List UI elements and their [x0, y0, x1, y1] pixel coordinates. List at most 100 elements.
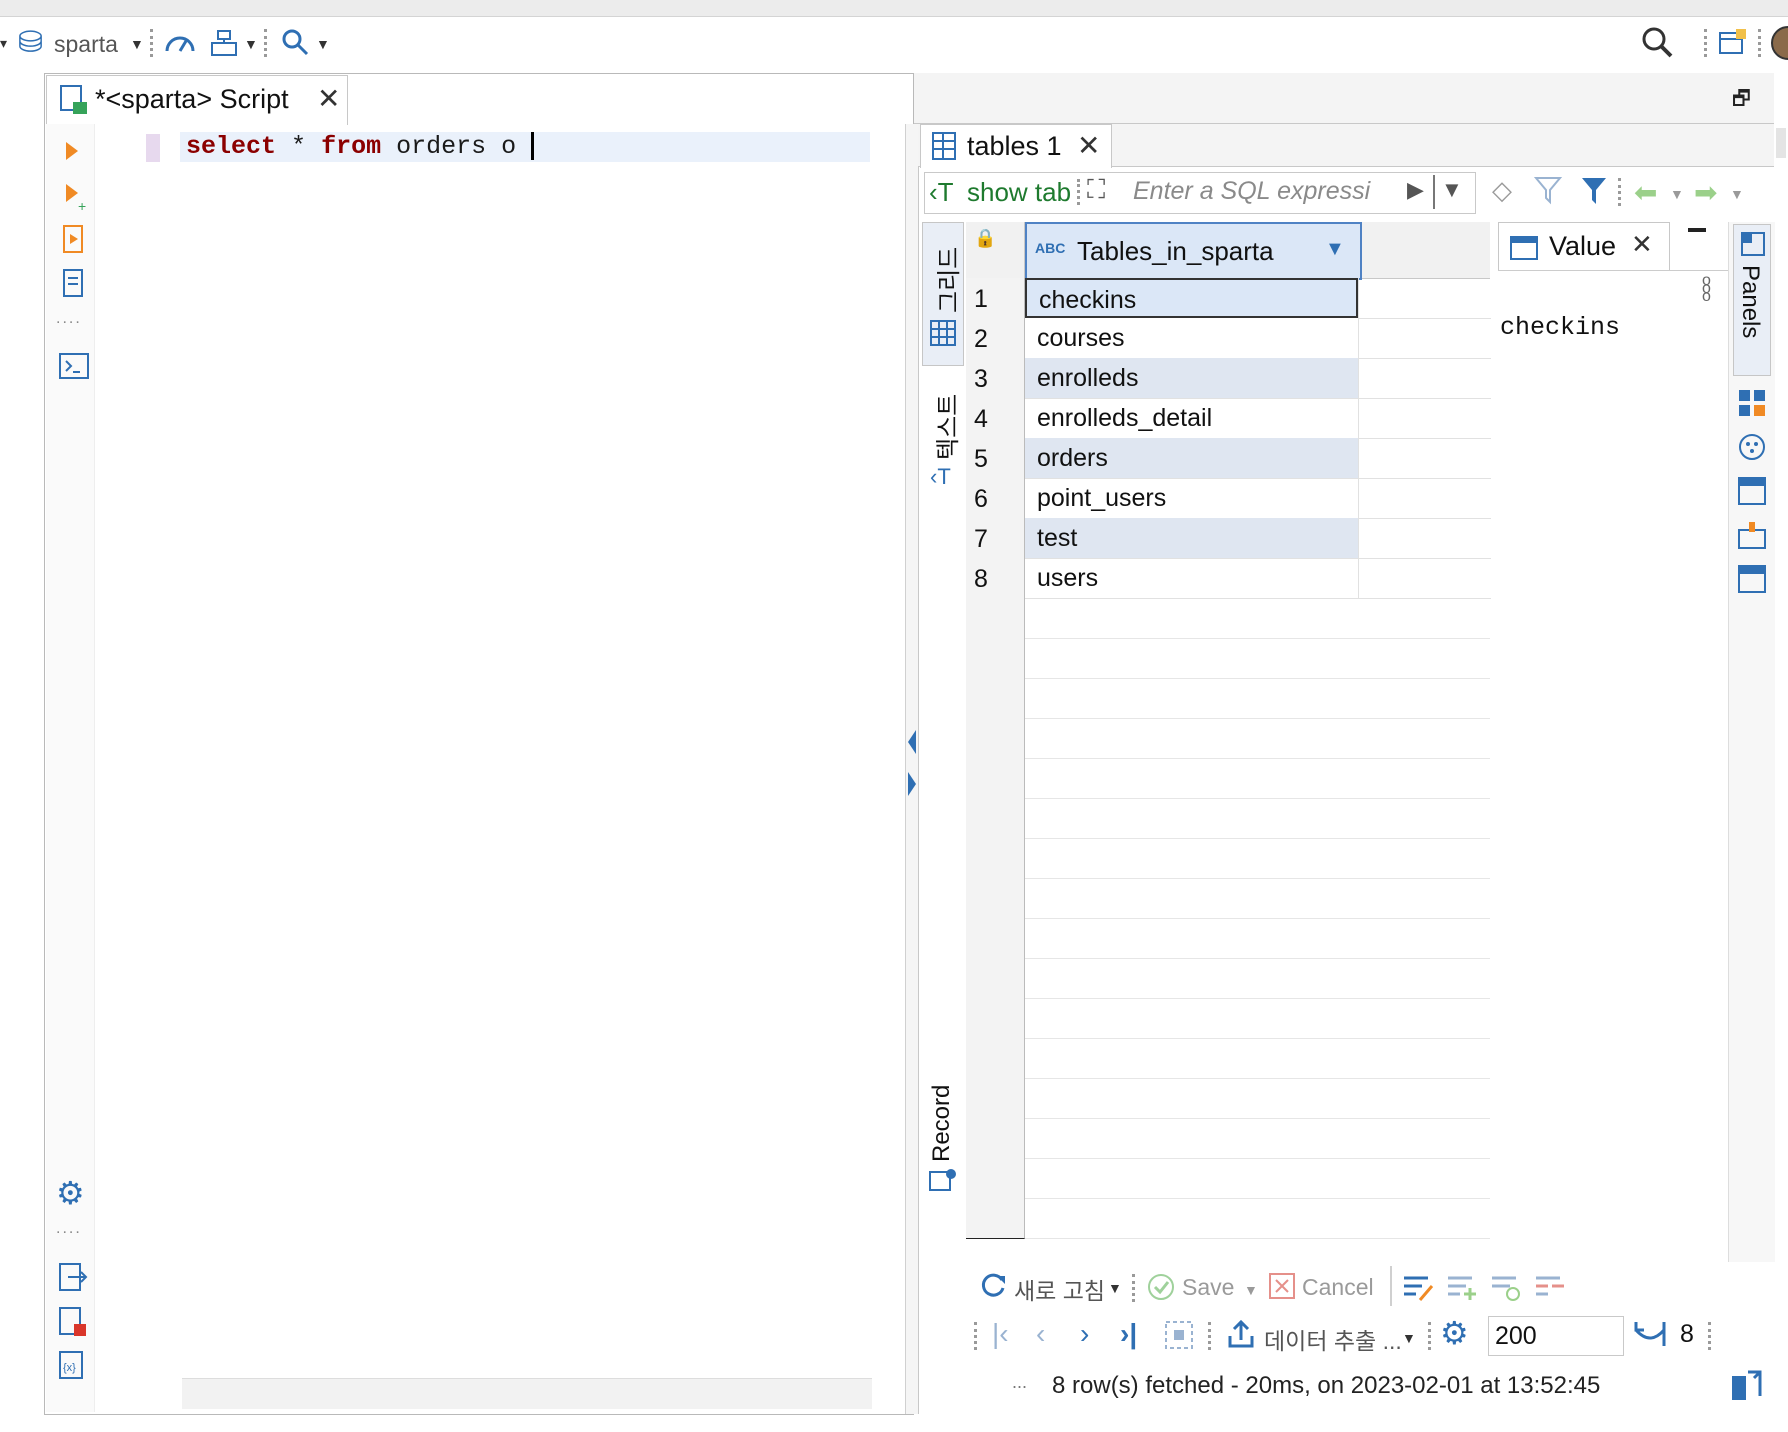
- active-connection-label[interactable]: sparta: [54, 31, 118, 58]
- row-count-icon[interactable]: [1634, 1318, 1668, 1350]
- row-number[interactable]: 7: [966, 518, 1025, 559]
- result-settings-gear-icon[interactable]: ⚙: [1440, 1314, 1469, 1352]
- terminal-icon[interactable]: [58, 352, 90, 380]
- save-button[interactable]: Save: [1182, 1274, 1234, 1301]
- row-number[interactable]: 1: [966, 278, 1025, 319]
- fetch-size-input[interactable]: 200: [1488, 1316, 1624, 1356]
- refresh-icon[interactable]: [978, 1270, 1008, 1300]
- tab-panels[interactable]: Panels: [1733, 224, 1771, 376]
- collapse-arrows-icon[interactable]: [906, 728, 918, 798]
- explain-plan-icon[interactable]: [60, 268, 88, 300]
- filter-history-dropdown-icon[interactable]: ▼: [1441, 177, 1463, 203]
- settings-gear-icon[interactable]: ⚙: [56, 1174, 85, 1212]
- sort-dropdown-icon[interactable]: ▼: [1325, 238, 1345, 261]
- transaction-dropdown-icon[interactable]: ▼: [244, 36, 258, 52]
- table-cell[interactable]: enrolleds: [1025, 358, 1358, 399]
- metadata-icon[interactable]: [1737, 476, 1767, 506]
- perspective-icon[interactable]: [1718, 27, 1748, 57]
- grid-corner[interactable]: 🔒: [966, 222, 1025, 278]
- calculator-icon[interactable]: [1737, 388, 1767, 418]
- dashboard-gauge-icon[interactable]: [164, 29, 196, 57]
- references-icon[interactable]: [1737, 520, 1767, 550]
- execute-script-icon[interactable]: [60, 224, 88, 256]
- problems-icon[interactable]: [58, 1306, 88, 1338]
- execute-in-new-tab-icon[interactable]: +: [64, 182, 90, 212]
- restore-window-icon[interactable]: 🗗: [1732, 84, 1751, 118]
- sql-code-line[interactable]: select * from orders o: [186, 132, 535, 161]
- empty-cell: [1025, 718, 1490, 759]
- row-number[interactable]: 4: [966, 398, 1025, 439]
- last-page-icon[interactable]: ›|: [1120, 1318, 1137, 1350]
- close-icon[interactable]: ✕: [1077, 129, 1100, 162]
- tab-value-panel[interactable]: Value ✕: [1498, 222, 1670, 271]
- empty-cell: [1025, 1038, 1490, 1079]
- row-number[interactable]: 5: [966, 438, 1025, 479]
- close-icon[interactable]: ✕: [317, 82, 340, 115]
- export-dropdown-icon[interactable]: ▼: [1402, 1330, 1416, 1346]
- next-page-icon[interactable]: ›: [1080, 1318, 1089, 1350]
- back-dropdown-icon[interactable]: ▼: [1670, 186, 1684, 202]
- table-cell[interactable]: courses: [1025, 318, 1358, 359]
- row-number[interactable]: 6: [966, 478, 1025, 519]
- tab-grid-view[interactable]: 그리드: [922, 222, 964, 366]
- tab-text-view[interactable]: 텍스트 ‹T: [922, 380, 962, 500]
- row-number[interactable]: 3: [966, 358, 1025, 399]
- search-icon[interactable]: [280, 27, 310, 57]
- quick-filter-label[interactable]: show tab: [967, 177, 1071, 208]
- column-header-tables-in-sparta[interactable]: ABC Tables_in_sparta ▼: [1025, 222, 1362, 280]
- chevron-down-icon[interactable]: ▾: [0, 35, 7, 52]
- global-search-icon[interactable]: [1640, 25, 1674, 59]
- forward-dropdown-icon[interactable]: ▼: [1730, 186, 1744, 202]
- back-arrow-icon[interactable]: ⬅: [1634, 176, 1657, 209]
- layout-toggle-icon[interactable]: [1730, 1368, 1764, 1402]
- table-cell[interactable]: point_users: [1025, 478, 1358, 519]
- record-view-label: Record: [928, 1084, 955, 1162]
- row-number[interactable]: 2: [966, 318, 1025, 359]
- transaction-mode-icon[interactable]: [210, 29, 238, 57]
- delete-row-icon[interactable]: [1534, 1272, 1566, 1302]
- first-page-icon[interactable]: |‹: [992, 1318, 1009, 1350]
- table-cell[interactable]: users: [1025, 558, 1358, 599]
- connection-dropdown-icon[interactable]: ▼: [130, 36, 144, 52]
- save-dropdown-icon[interactable]: ▼: [1244, 1282, 1258, 1298]
- expand-icon[interactable]: ⛶: [1087, 175, 1105, 206]
- table-cell[interactable]: enrolleds_detail: [1025, 398, 1358, 439]
- minimize-icon[interactable]: [1688, 228, 1706, 232]
- grouping-icon[interactable]: [1737, 432, 1767, 462]
- export-data-icon[interactable]: [1226, 1318, 1256, 1350]
- table-cell[interactable]: test: [1025, 518, 1358, 559]
- filter-settings-icon[interactable]: [1534, 176, 1566, 208]
- fetch-all-icon[interactable]: [1164, 1320, 1194, 1350]
- value-viewer[interactable]: checkins ooo: [1498, 270, 1728, 1265]
- search-dropdown-icon[interactable]: ▼: [316, 36, 330, 52]
- edit-row-icon[interactable]: [1402, 1272, 1434, 1302]
- table-cell[interactable]: orders: [1025, 438, 1358, 479]
- cancel-button[interactable]: Cancel: [1302, 1274, 1374, 1301]
- filter-input[interactable]: Enter a SQL expressi: [1133, 177, 1403, 206]
- add-row-icon[interactable]: [1446, 1272, 1478, 1302]
- execute-statement-icon[interactable]: [64, 140, 80, 162]
- tab-record-view[interactable]: Record: [922, 1070, 962, 1200]
- tab-tables-1[interactable]: tables 1 ✕: [920, 124, 1112, 168]
- eraser-icon[interactable]: ◇: [1492, 176, 1512, 206]
- forward-arrow-icon[interactable]: ➡: [1694, 176, 1717, 209]
- previous-page-icon[interactable]: ‹: [1036, 1318, 1045, 1350]
- close-icon[interactable]: ✕: [1631, 229, 1653, 260]
- export-script-icon[interactable]: [58, 1262, 88, 1294]
- more-options-icon[interactable]: ooo: [1702, 273, 1711, 305]
- row-number[interactable]: 8: [966, 558, 1025, 599]
- export-data-button[interactable]: 데이터 추출 ...: [1264, 1322, 1402, 1356]
- value-viewer-icon[interactable]: [1737, 564, 1767, 596]
- tab-sql-script[interactable]: *<sparta> Script ✕: [46, 75, 348, 125]
- variables-icon[interactable]: {x}: [58, 1350, 88, 1382]
- editor-horizontal-scrollbar[interactable]: [182, 1378, 872, 1409]
- refresh-button[interactable]: 새로 고침: [1014, 1272, 1105, 1306]
- copy-row-icon[interactable]: [1490, 1272, 1522, 1302]
- avatar-icon[interactable]: [1768, 25, 1788, 61]
- empty-cell: [1025, 1198, 1490, 1239]
- filter-icon[interactable]: [1580, 176, 1608, 208]
- apply-filter-icon[interactable]: ▶: [1407, 177, 1424, 203]
- table-icon: [932, 132, 956, 160]
- table-cell-selected[interactable]: checkins: [1025, 278, 1358, 318]
- refresh-dropdown-icon[interactable]: ▼: [1108, 1280, 1122, 1296]
